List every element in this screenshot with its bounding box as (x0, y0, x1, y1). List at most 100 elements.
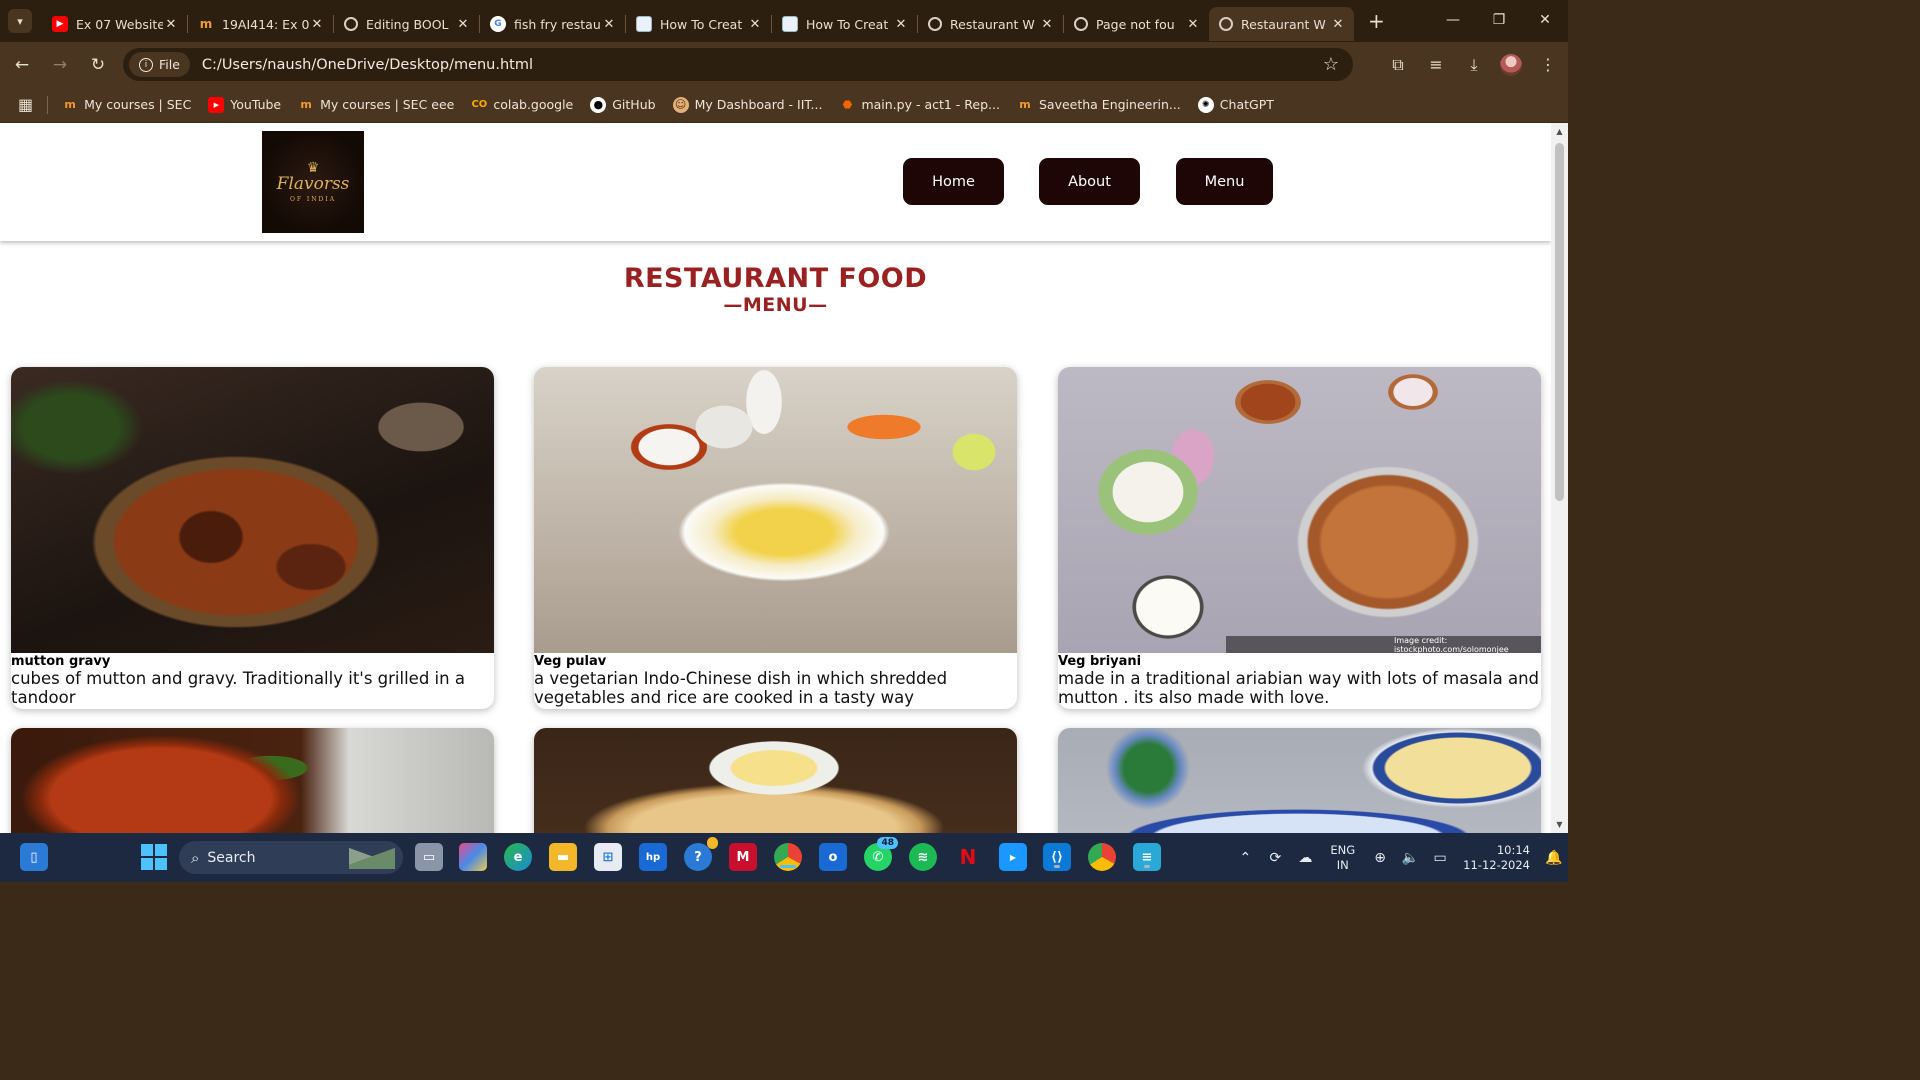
close-icon[interactable]: ✕ (1330, 17, 1346, 32)
site-info-chip[interactable]: i File (129, 52, 190, 77)
browser-tab[interactable]: Editing BOOL ✕ (334, 7, 479, 41)
nav-home-button[interactable]: Home (903, 158, 1004, 205)
mcafee-icon[interactable]: M (729, 843, 757, 871)
browser-tab[interactable]: ▶ Ex 07 Website ✕ (42, 7, 187, 41)
chevron-up-icon[interactable]: ⌃ (1230, 850, 1260, 866)
apps-grid-icon[interactable]: ▦ (18, 95, 33, 114)
window-controls: — ❐ ✕ (1430, 0, 1568, 40)
browser-tab[interactable]: Restaurant W ✕ (918, 7, 1063, 41)
tab-title: How To Creat (806, 16, 889, 32)
microsoft-store-icon[interactable]: ⊞ (594, 843, 622, 871)
menu-card[interactable]: Image credit: istockphoto.com/solomonjee… (1058, 367, 1541, 709)
bookmark-item[interactable]: m My courses | SEC eee (298, 97, 454, 113)
browser-tab[interactable]: m 19AI414: Ex 0 ✕ (188, 7, 333, 41)
spotify-icon[interactable]: ≋ (909, 843, 937, 871)
close-window-icon[interactable]: ✕ (1522, 12, 1568, 28)
windows-logo-icon (141, 844, 167, 870)
language-indicator[interactable]: ENG IN (1330, 843, 1355, 873)
menu-card[interactable]: Veg pulav a vegetarian Indo-Chinese dish… (534, 367, 1017, 709)
menu-card[interactable] (11, 728, 494, 833)
bookmark-item[interactable]: ⬣ main.py - act1 - Rep... (839, 97, 1000, 113)
doc-icon (636, 16, 652, 32)
url-text[interactable]: C:/Users/naush/OneDrive/Desktop/menu.htm… (202, 57, 533, 73)
extensions-icon[interactable]: ⧉ (1386, 55, 1410, 75)
bookmark-item[interactable]: m My courses | SEC (62, 97, 191, 113)
bookmark-item[interactable]: CO colab.google (471, 97, 573, 113)
menu-card[interactable]: mutton gravy cubes of mutton and gravy. … (11, 367, 494, 709)
close-icon[interactable]: ✕ (1039, 17, 1055, 32)
chrome-dev-icon[interactable] (774, 843, 802, 871)
network-icon[interactable]: ⊕ (1365, 850, 1395, 866)
start-button[interactable] (140, 843, 168, 871)
copilot-icon[interactable] (459, 843, 487, 871)
nav-menu-button[interactable]: Menu (1176, 158, 1273, 205)
back-icon[interactable]: ← (6, 55, 38, 75)
new-tab-button[interactable]: + (1368, 9, 1385, 33)
close-icon[interactable]: ✕ (747, 17, 763, 32)
widgets-icon[interactable]: ▯ (20, 843, 48, 871)
veg-biryani-image: Image credit: istockphoto.com/solomonjee (1058, 367, 1541, 654)
file-explorer-icon[interactable]: ▬ (549, 843, 577, 871)
battery-icon[interactable]: ▭ (1425, 850, 1455, 866)
close-icon[interactable]: ✕ (1185, 17, 1201, 32)
browser-tab[interactable]: How To Creat ✕ (626, 7, 771, 41)
bookmark-item[interactable]: m Saveetha Engineerin... (1017, 97, 1181, 113)
notepad-icon[interactable]: ≡ (1133, 843, 1161, 871)
page-viewport: ♛ Flavorss OF INDIA Home About Menu REST… (0, 123, 1568, 833)
bookmark-item[interactable]: ● GitHub (590, 96, 656, 113)
nav-about-button[interactable]: About (1039, 158, 1140, 205)
chrome-icon[interactable] (1088, 843, 1116, 871)
page-scrollbar[interactable]: ▲ ▼ (1551, 123, 1568, 833)
onedrive-icon[interactable]: ☁ (1290, 850, 1320, 866)
clock[interactable]: 10:14 11-12-2024 (1463, 843, 1530, 873)
more-menu-icon[interactable]: ⋮ (1536, 55, 1560, 74)
menu-card[interactable] (534, 728, 1017, 833)
browser-tab[interactable]: G fish fry restau ✕ (480, 7, 625, 41)
vscode-icon[interactable]: ⟨⟩ (1043, 843, 1071, 871)
minimize-icon[interactable]: — (1430, 12, 1476, 28)
restore-icon[interactable]: ❐ (1476, 12, 1522, 28)
netflix-icon[interactable]: N (954, 843, 982, 871)
bookmark-item[interactable]: ▶ YouTube (208, 96, 281, 113)
bookmark-item[interactable]: ☺ My Dashboard - IIT... (672, 96, 822, 113)
browser-tab[interactable]: Page not fou ✕ (1064, 7, 1209, 41)
forward-icon[interactable]: → (44, 55, 76, 75)
prime-video-icon[interactable]: ▶ (999, 843, 1027, 871)
address-bar[interactable]: i File C:/Users/naush/OneDrive/Desktop/m… (123, 48, 1353, 81)
restaurant-logo[interactable]: ♛ Flavorss OF INDIA (262, 131, 364, 233)
scroll-up-icon[interactable]: ▲ (1551, 127, 1568, 136)
browser-tab-active[interactable]: Restaurant W ✕ (1209, 7, 1354, 41)
bookmark-label: Saveetha Engineerin... (1038, 97, 1181, 112)
globe-icon (928, 17, 942, 31)
close-icon[interactable]: ✕ (893, 17, 909, 32)
bookmarks-bar: ▦ m My courses | SEC ▶ YouTube m My courses… (0, 87, 1568, 123)
reload-icon[interactable]: ↻ (82, 55, 114, 75)
taskbar-search[interactable]: ⌕ Search (179, 841, 403, 874)
edge-icon[interactable]: e (504, 843, 532, 871)
google-icon: G (490, 16, 506, 32)
myhp-icon[interactable]: hp (639, 843, 667, 871)
scroll-thumb[interactable] (1555, 143, 1564, 501)
volume-icon[interactable]: 🔈 (1395, 850, 1425, 866)
close-icon[interactable]: ✕ (163, 17, 179, 32)
menu-card[interactable] (1058, 728, 1541, 833)
running-indicator (1054, 865, 1060, 868)
close-icon[interactable]: ✕ (601, 17, 617, 32)
scroll-down-icon[interactable]: ▼ (1551, 820, 1568, 829)
doc-icon (782, 16, 798, 32)
downloads-icon[interactable]: ⤓ (1462, 55, 1486, 75)
close-icon[interactable]: ✕ (309, 17, 325, 32)
profile-avatar[interactable] (1500, 53, 1522, 76)
whatsapp-icon[interactable]: ✆ 48 (864, 837, 898, 871)
tab-search-button[interactable]: ▾ (8, 9, 32, 33)
notification-bell-icon[interactable]: 🔔 (1540, 850, 1568, 866)
bookmark-item[interactable]: ✺ ChatGPT (1197, 96, 1274, 113)
help-icon[interactable]: ? (684, 837, 718, 871)
task-view-icon[interactable]: ▭ (415, 843, 443, 871)
media-controls-icon[interactable]: ≡ (1424, 55, 1448, 74)
bookmark-star-icon[interactable]: ☆ (1323, 54, 1339, 75)
close-icon[interactable]: ✕ (455, 17, 471, 32)
browser-tab[interactable]: How To Creat ✕ (772, 7, 917, 41)
sync-icon[interactable]: ⟳ (1260, 850, 1290, 866)
outlook-icon[interactable]: o (819, 843, 847, 871)
